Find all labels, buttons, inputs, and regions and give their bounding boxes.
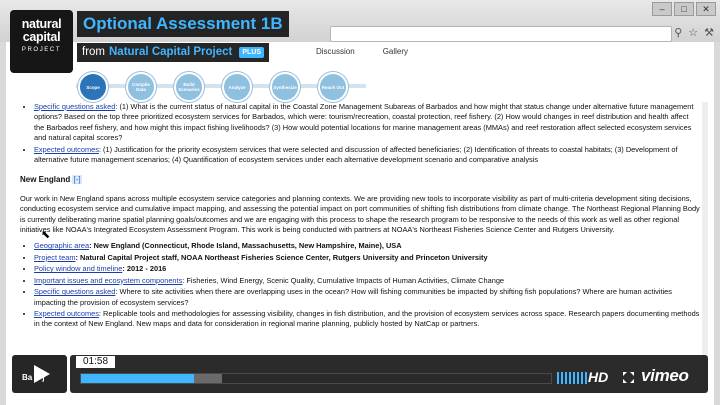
plus-badge[interactable]: PLUS: [239, 47, 265, 58]
address-bar[interactable]: [330, 26, 672, 42]
collapse-toggle[interactable]: [-]: [72, 175, 82, 185]
logo-line3: PROJECT: [21, 47, 62, 53]
tab-discussion[interactable]: Discussion: [316, 47, 355, 56]
list-item: Expected outcomes: (1) Justification for…: [34, 145, 700, 166]
author-link[interactable]: Natural Capital Project: [109, 43, 232, 62]
bullet-link[interactable]: Project team: [34, 253, 76, 262]
bullet-text: : (1) What is the current status of natu…: [34, 102, 694, 143]
bullet-link[interactable]: Specific questions asked: [34, 102, 115, 111]
bullet-text: : Fisheries, Wind Energy, Scenic Quality…: [182, 275, 505, 285]
list-item: Specific questions asked: Where to site …: [34, 287, 700, 308]
window-controls: – □ ✕: [652, 2, 716, 16]
web-page: Discussion Gallery Scope Compile Data Bu…: [6, 42, 714, 405]
barbados-list: Specific questions asked: (1) What is th…: [20, 102, 700, 165]
bullet-text: : 2012 - 2016: [122, 264, 167, 274]
pin-icon[interactable]: ⚲: [674, 26, 682, 39]
fullscreen-icon[interactable]: [622, 371, 635, 384]
video-byline: from Natural Capital Project PLUS: [77, 43, 270, 62]
bullet-text: : Replicable tools and methodologies for…: [34, 308, 700, 329]
maximize-icon[interactable]: □: [674, 2, 694, 16]
next-section-peek: Ba [+]: [22, 373, 45, 382]
scrubber-progress: [81, 374, 194, 383]
page-content: Specific questions asked: (1) What is th…: [20, 102, 700, 338]
volume-control[interactable]: [557, 372, 587, 384]
from-label: from: [82, 46, 105, 58]
hd-toggle[interactable]: HD: [588, 369, 608, 385]
list-item: Specific questions asked: (1) What is th…: [34, 102, 700, 144]
step-compile-data[interactable]: Compile Data: [126, 72, 156, 102]
wrench-icon[interactable]: ⚒: [704, 26, 714, 39]
step-scope[interactable]: Scope: [78, 72, 108, 102]
star-icon[interactable]: ☆: [688, 26, 698, 39]
step-build-scenarios[interactable]: Build Scenarios: [174, 72, 204, 102]
close-icon[interactable]: ✕: [696, 2, 716, 16]
process-steps: Scope Compile Data Build Scenarios Analy…: [76, 66, 366, 104]
section-title: New England: [20, 175, 71, 185]
bullet-link[interactable]: Geographic area: [34, 241, 89, 250]
scrubber-track[interactable]: [80, 373, 552, 384]
bullet-link[interactable]: Important issues and ecosystem component…: [34, 276, 182, 285]
list-item: Geographic area: New England (Connecticu…: [34, 241, 700, 251]
step-reach-out[interactable]: Reach Out: [318, 72, 348, 102]
bullet-link[interactable]: Specific questions asked: [34, 287, 115, 296]
channel-logo[interactable]: natural capital PROJECT: [10, 10, 73, 73]
section-paragraph: Our work in New England spans across mul…: [20, 193, 700, 235]
bullet-text: : Natural Capital Project staff, NOAA No…: [75, 252, 488, 262]
video-title[interactable]: Optional Assessment 1B: [77, 11, 289, 37]
tab-gallery[interactable]: Gallery: [383, 47, 408, 56]
list-item: Policy window and timeline: 2012 - 2016: [34, 264, 700, 274]
current-time: 01:58: [76, 356, 115, 368]
step-analyze[interactable]: Analyze: [222, 72, 252, 102]
vimeo-logo[interactable]: vimeo: [641, 366, 689, 386]
section-heading: New England [-]: [20, 175, 700, 185]
page-scrollbar[interactable]: [702, 102, 708, 392]
browser-toolbar-icons: ⚲ ☆ ⚒: [674, 26, 714, 39]
bullet-link[interactable]: Expected outcomes: [34, 309, 99, 318]
bullet-text: : Where to site activities when there ar…: [34, 287, 672, 307]
mouse-cursor-icon: ⬉: [41, 229, 51, 241]
site-nav: Discussion Gallery: [316, 47, 408, 56]
bullet-text: : New England (Connecticut, Rhode Island…: [89, 241, 402, 251]
logo-line2: capital: [22, 30, 61, 44]
list-item: Expected outcomes: Replicable tools and …: [34, 309, 700, 330]
video-frame: – □ ✕ ⚲ ☆ ⚒ Discussion Gallery Scope Com…: [0, 0, 720, 405]
step-synthesize[interactable]: Synthesize: [270, 72, 300, 102]
minimize-icon[interactable]: –: [652, 2, 672, 16]
new-england-list: Geographic area: New England (Connecticu…: [20, 241, 700, 329]
bullet-link[interactable]: Policy window and timeline: [34, 264, 122, 273]
bullet-text: : (1) Justification for the priority eco…: [34, 144, 678, 165]
list-item: Important issues and ecosystem component…: [34, 276, 700, 286]
list-item: Project team: Natural Capital Project st…: [34, 253, 700, 263]
bullet-link[interactable]: Expected outcomes: [34, 145, 99, 154]
